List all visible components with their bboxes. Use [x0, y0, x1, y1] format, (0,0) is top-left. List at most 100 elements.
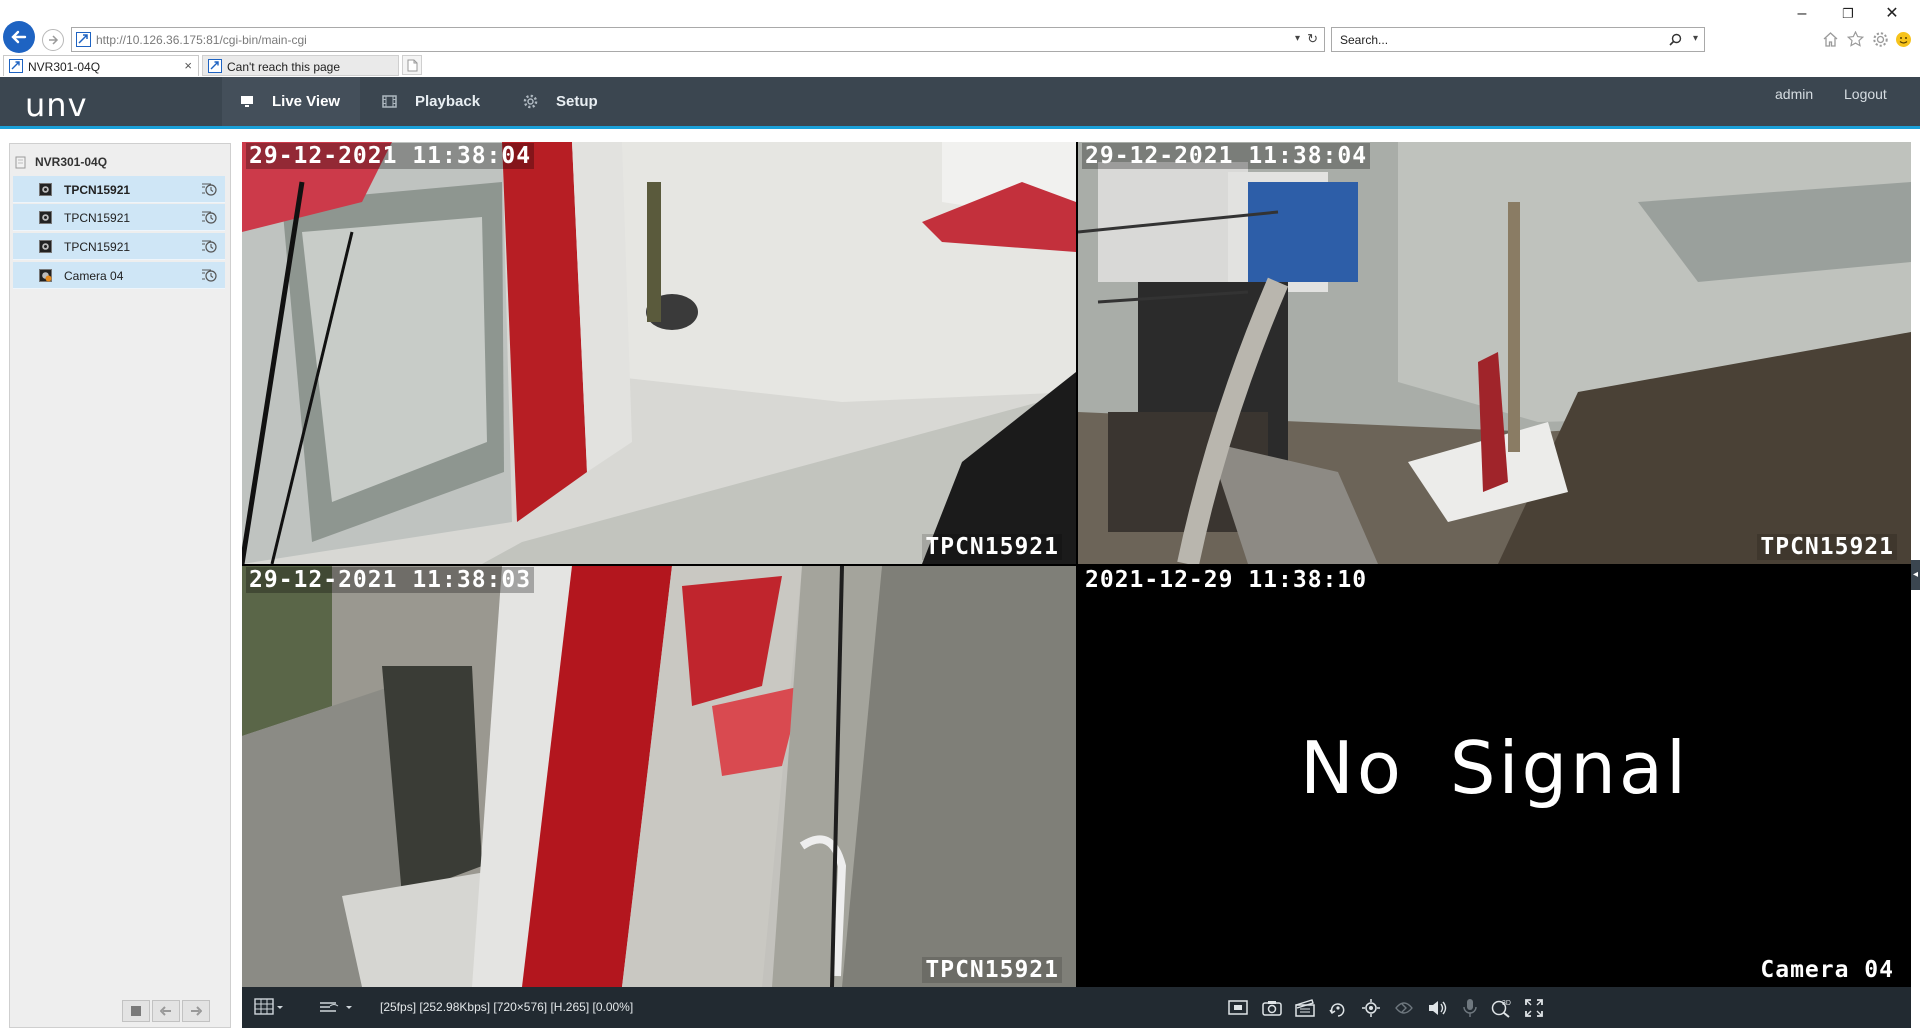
camera-label: TPCN15921 [64, 211, 131, 225]
search-dropdown-icon[interactable]: ▾ [1693, 33, 1698, 44]
logout-link[interactable]: Logout [1844, 86, 1887, 102]
address-url[interactable]: http://10.126.36.175:81/cgi-bin/main-cgi [96, 33, 307, 47]
stream-select-button[interactable] [318, 998, 354, 1016]
zoom-3d-icon[interactable]: 3D [1490, 997, 1512, 1019]
tab-title: NVR301-04Q [28, 60, 101, 74]
digital-zoom-icon[interactable] [1360, 997, 1382, 1019]
camera-row[interactable]: TPCN15921 [13, 204, 225, 231]
camera-label: Camera 04 [64, 269, 124, 283]
camera-offline-icon [39, 269, 52, 282]
video-timestamp: 29-12-2021 11:38:04 [246, 143, 535, 169]
video-timestamp: 29-12-2021 11:38:03 [246, 567, 535, 593]
video-toolbar: [25fps] [252.98Kbps] [720×576] [H.265] [… [242, 987, 1911, 1028]
fit-window-icon[interactable] [1227, 997, 1249, 1019]
audio-icon[interactable] [1426, 997, 1448, 1019]
browser-chrome: – ❐ ✕ http://10.126.36.175:81/cgi-bin/ma… [0, 0, 1920, 77]
tab-favicon-icon [9, 59, 23, 73]
tab-title: Can't reach this page [227, 60, 341, 74]
live-playback-icon[interactable] [201, 238, 218, 254]
browser-tab-active[interactable]: NVR301-04Q × [3, 55, 199, 76]
address-dropdown-icon[interactable]: ▾ [1295, 33, 1300, 44]
device-root-node[interactable]: NVR301-04Q [15, 152, 225, 172]
record-icon[interactable] [1294, 997, 1316, 1019]
address-bar[interactable]: http://10.126.36.175:81/cgi-bin/main-cgi… [71, 27, 1325, 52]
video-tile[interactable]: 29-12-2021 11:38:03 TPCN15921 [242, 566, 1076, 987]
camera-icon [39, 183, 52, 196]
camera-row[interactable]: TPCN15921 [13, 233, 225, 260]
stream-type-icon [320, 1002, 352, 1012]
search-input[interactable]: Search... [1340, 33, 1388, 47]
video-tile[interactable]: 29-12-2021 11:38:04 TPCN15921 [242, 142, 1076, 564]
camera-row[interactable]: Camera 04 [13, 262, 225, 289]
camera-icon [39, 240, 52, 253]
camera-label: TPCN15921 [64, 183, 131, 197]
video-channel-name: TPCN15921 [922, 534, 1062, 560]
video-channel-name: Camera 04 [1760, 957, 1894, 983]
feedback-smiley-icon[interactable] [1893, 29, 1913, 49]
back-button[interactable] [3, 21, 35, 53]
stop-all-button[interactable] [122, 1000, 150, 1022]
arrow-right-icon [49, 35, 59, 45]
camera-row[interactable]: TPCN15921 [13, 176, 225, 203]
nav-label: Live View [272, 93, 341, 110]
minimize-button[interactable]: – [1790, 4, 1814, 24]
favorites-star-icon[interactable] [1845, 29, 1865, 49]
live-playback-icon[interactable] [201, 181, 218, 197]
nav-label: Playback [415, 93, 481, 110]
tab-close-icon[interactable]: × [184, 58, 192, 73]
camera-label: TPCN15921 [64, 240, 131, 254]
arrow-left-icon [11, 30, 27, 44]
screen-layout-button[interactable] [254, 998, 284, 1016]
device-tree-panel: NVR301-04Q TPCN15921 TPCN15921 TPCN15921… [9, 143, 231, 1028]
ptz-icon[interactable] [1327, 997, 1349, 1019]
nav-playback[interactable]: Playback [382, 77, 480, 126]
live-playback-icon[interactable] [201, 267, 218, 283]
video-channel-name: TPCN15921 [1757, 534, 1897, 560]
home-icon[interactable] [1820, 29, 1840, 49]
page-favicon-icon [76, 32, 91, 47]
nvr-device-icon [15, 156, 26, 169]
fisheye-icon[interactable] [1393, 997, 1415, 1019]
close-window-button[interactable]: ✕ [1880, 4, 1904, 24]
live-video-grid[interactable]: 29-12-2021 11:38:04 TPCN15921 29-12-2021… [242, 142, 1911, 987]
gear-icon [523, 94, 538, 109]
camera-feed-image [242, 566, 1076, 987]
camera-feed-image [1078, 142, 1911, 564]
collapse-panel-icon[interactable]: ◂ [1911, 560, 1920, 590]
video-tile[interactable]: 29-12-2021 11:38:04 TPCN15921 [1078, 142, 1911, 564]
forward-button[interactable] [42, 29, 64, 51]
arrow-right-icon [191, 1006, 202, 1016]
search-icon[interactable] [1669, 33, 1682, 46]
previous-page-button[interactable] [152, 1000, 180, 1022]
tab-favicon-icon [208, 59, 222, 73]
camera-icon [39, 211, 52, 224]
device-name: NVR301-04Q [35, 155, 108, 169]
settings-gear-icon[interactable] [1870, 29, 1890, 49]
nav-setup[interactable]: Setup [523, 77, 598, 126]
snapshot-icon[interactable] [1261, 997, 1283, 1019]
grid-layout-icon [254, 998, 283, 1015]
video-tile[interactable]: 2021-12-29 11:38:10 No Signal Camera 04 [1078, 566, 1911, 987]
next-page-button[interactable] [182, 1000, 210, 1022]
browser-tab-inactive[interactable]: Can't reach this page [202, 55, 399, 76]
video-channel-name: TPCN15921 [922, 957, 1062, 983]
microphone-icon[interactable] [1459, 997, 1481, 1019]
refresh-icon[interactable]: ↻ [1307, 31, 1318, 47]
arrow-left-icon [160, 1006, 171, 1016]
new-tab-icon [407, 59, 418, 72]
video-timestamp: 29-12-2021 11:38:04 [1082, 143, 1371, 169]
restore-button[interactable]: ❐ [1836, 4, 1860, 24]
new-tab-button[interactable] [402, 55, 422, 75]
svg-text:3D: 3D [1502, 1000, 1511, 1007]
film-icon [382, 95, 397, 108]
video-timestamp: 2021-12-29 11:38:10 [1085, 567, 1368, 593]
nav-label: Setup [556, 93, 598, 110]
app-header: unv Live View Playback Setup admin Logou… [0, 77, 1920, 129]
monitor-icon [240, 95, 254, 108]
nav-live-view[interactable]: Live View [222, 77, 360, 129]
live-playback-icon[interactable] [201, 209, 218, 225]
stream-info-readout: [25fps] [252.98Kbps] [720×576] [H.265] [… [380, 1000, 634, 1014]
fullscreen-icon[interactable] [1523, 997, 1545, 1019]
search-box[interactable]: Search... ▾ [1331, 27, 1705, 52]
no-signal-message: No Signal [1300, 726, 1689, 810]
